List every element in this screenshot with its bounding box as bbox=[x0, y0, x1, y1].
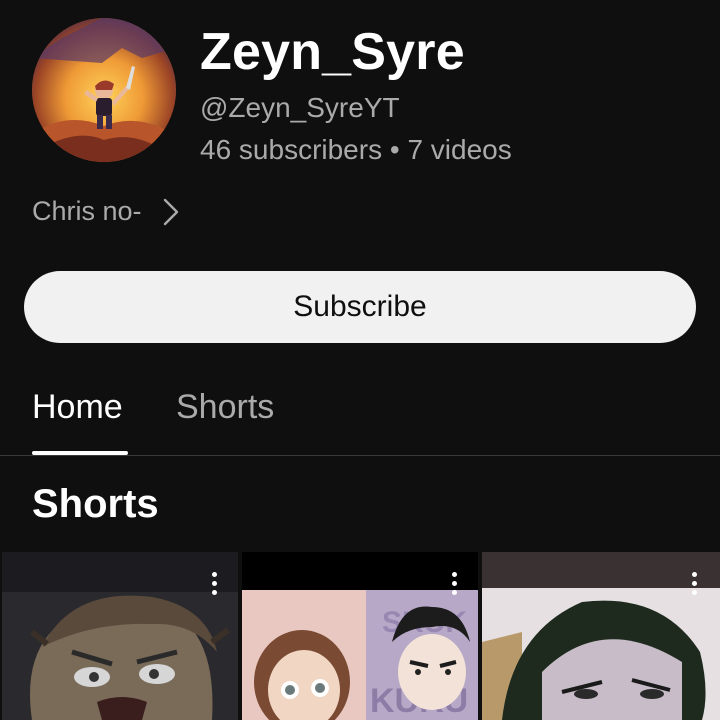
channel-tabs: Home Shorts bbox=[0, 370, 720, 456]
more-vert-icon[interactable] bbox=[690, 572, 698, 600]
channel-handle: @Zeyn_SyreYT bbox=[200, 92, 400, 123]
chevron-right-icon bbox=[163, 198, 178, 225]
short-thumbnail[interactable] bbox=[2, 552, 238, 720]
section-title: Shorts bbox=[32, 482, 159, 526]
more-vert-icon[interactable] bbox=[210, 572, 218, 600]
subscribe-button[interactable]: Subscribe bbox=[24, 271, 696, 343]
channel-avatar[interactable] bbox=[32, 18, 176, 162]
more-vert-icon[interactable] bbox=[450, 572, 458, 600]
short-thumbnail[interactable] bbox=[482, 552, 720, 720]
tab-shorts[interactable]: Shorts bbox=[176, 388, 274, 427]
tab-home[interactable]: Home bbox=[32, 388, 123, 427]
channel-stats: 46 subscribers • 7 videos bbox=[200, 134, 512, 165]
tab-selected-indicator bbox=[32, 451, 128, 455]
description-text: Chris no- bbox=[32, 196, 142, 226]
short-thumbnail[interactable]: SKUK KUKU bbox=[242, 552, 478, 720]
channel-description[interactable]: Chris no- bbox=[32, 196, 182, 227]
channel-name: Zeyn_Syre bbox=[200, 23, 465, 81]
shorts-shelf: SKUK KUKU bbox=[0, 552, 720, 720]
